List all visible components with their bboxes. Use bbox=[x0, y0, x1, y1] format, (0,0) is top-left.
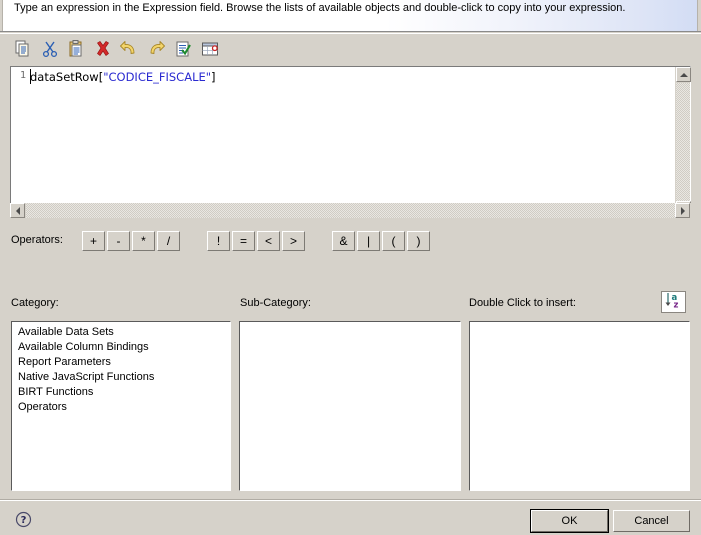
operator-button-multiply[interactable]: * bbox=[132, 231, 155, 251]
header-divider bbox=[0, 33, 701, 34]
copy-button[interactable] bbox=[12, 38, 34, 60]
header-left-edge bbox=[0, 0, 3, 31]
list-item[interactable]: Operators bbox=[12, 400, 230, 415]
operator-button-not[interactable]: ! bbox=[207, 231, 230, 251]
sort-az-icon: a z bbox=[664, 292, 683, 312]
sort-az-button[interactable]: a z bbox=[661, 291, 686, 313]
operator-button-open-paren[interactable]: ( bbox=[382, 231, 405, 251]
insert-label: Double Click to insert: bbox=[469, 297, 576, 309]
delete-button[interactable] bbox=[92, 38, 114, 60]
editor-vertical-scrollbar[interactable] bbox=[674, 67, 691, 217]
vertical-scroll-track[interactable] bbox=[676, 83, 690, 201]
category-label: Category: bbox=[11, 297, 59, 309]
list-item[interactable]: Available Data Sets bbox=[12, 325, 230, 340]
ok-button[interactable]: OK bbox=[530, 509, 609, 533]
line-number-1: 1 bbox=[19, 70, 26, 81]
expression-editor[interactable]: 1 dataSetRow["CODICE_FISCALE"] bbox=[10, 66, 691, 218]
undo-icon bbox=[120, 40, 138, 58]
horizontal-scroll-track[interactable] bbox=[26, 203, 675, 218]
scroll-right-button[interactable] bbox=[675, 203, 690, 218]
svg-text:z: z bbox=[674, 301, 679, 310]
code-prefix: dataSetRow[ bbox=[30, 70, 104, 84]
validate-icon bbox=[174, 40, 192, 58]
expression-editor-surface[interactable]: 1 dataSetRow["CODICE_FISCALE"] bbox=[11, 67, 690, 217]
subcategory-label: Sub-Category: bbox=[240, 297, 311, 309]
validate-button[interactable] bbox=[172, 38, 194, 60]
help-icon: ? bbox=[15, 511, 32, 531]
footer-divider-highlight bbox=[0, 500, 701, 501]
svg-text:?: ? bbox=[21, 515, 27, 526]
code-suffix: ] bbox=[211, 70, 216, 84]
copy-icon bbox=[14, 40, 32, 58]
cancel-button[interactable]: Cancel bbox=[613, 510, 690, 532]
editor-horizontal-scrollbar[interactable] bbox=[10, 203, 691, 219]
paste-button[interactable] bbox=[65, 38, 87, 60]
operator-button-equals[interactable]: = bbox=[232, 231, 255, 251]
operator-button-and[interactable]: & bbox=[332, 231, 355, 251]
subcategory-list[interactable] bbox=[239, 321, 461, 491]
operator-button-close-paren[interactable]: ) bbox=[407, 231, 430, 251]
help-button[interactable]: ? bbox=[15, 511, 32, 531]
operator-button-or[interactable]: | bbox=[357, 231, 380, 251]
category-list-items: Available Data Sets Available Column Bin… bbox=[12, 322, 230, 415]
format-icon bbox=[201, 40, 219, 58]
scroll-left-button[interactable] bbox=[10, 203, 25, 218]
format-button[interactable] bbox=[199, 38, 221, 60]
operators-label: Operators: bbox=[11, 234, 63, 246]
undo-button[interactable] bbox=[118, 38, 140, 60]
insert-list[interactable] bbox=[469, 321, 690, 491]
editor-toolbar bbox=[0, 36, 701, 64]
code-string-literal: "CODICE_FISCALE" bbox=[103, 70, 212, 84]
list-item[interactable]: BIRT Functions bbox=[12, 385, 230, 400]
header-right-edge bbox=[697, 0, 701, 31]
operator-button-greater-than[interactable]: > bbox=[282, 231, 305, 251]
category-list[interactable]: Available Data Sets Available Column Bin… bbox=[11, 321, 231, 491]
delete-icon bbox=[94, 40, 112, 58]
list-item[interactable]: Native JavaScript Functions bbox=[12, 370, 230, 385]
operator-button-minus[interactable]: - bbox=[107, 231, 130, 251]
operator-button-less-than[interactable]: < bbox=[257, 231, 280, 251]
cut-icon bbox=[41, 40, 59, 58]
list-item[interactable]: Available Column Bindings bbox=[12, 340, 230, 355]
cut-button[interactable] bbox=[39, 38, 61, 60]
editor-line-gutter: 1 bbox=[11, 67, 29, 217]
redo-button[interactable] bbox=[145, 38, 167, 60]
header-instruction-text: Type an expression in the Expression fie… bbox=[14, 2, 626, 14]
list-item[interactable]: Report Parameters bbox=[12, 355, 230, 370]
scroll-up-button[interactable] bbox=[676, 67, 691, 82]
expression-code-line: dataSetRow["CODICE_FISCALE"] bbox=[30, 70, 216, 84]
redo-icon bbox=[147, 40, 165, 58]
paste-icon bbox=[67, 40, 85, 58]
dialog-header-banner: Type an expression in the Expression fie… bbox=[0, 0, 701, 32]
operator-button-divide[interactable]: / bbox=[157, 231, 180, 251]
operator-button-plus[interactable]: + bbox=[82, 231, 105, 251]
